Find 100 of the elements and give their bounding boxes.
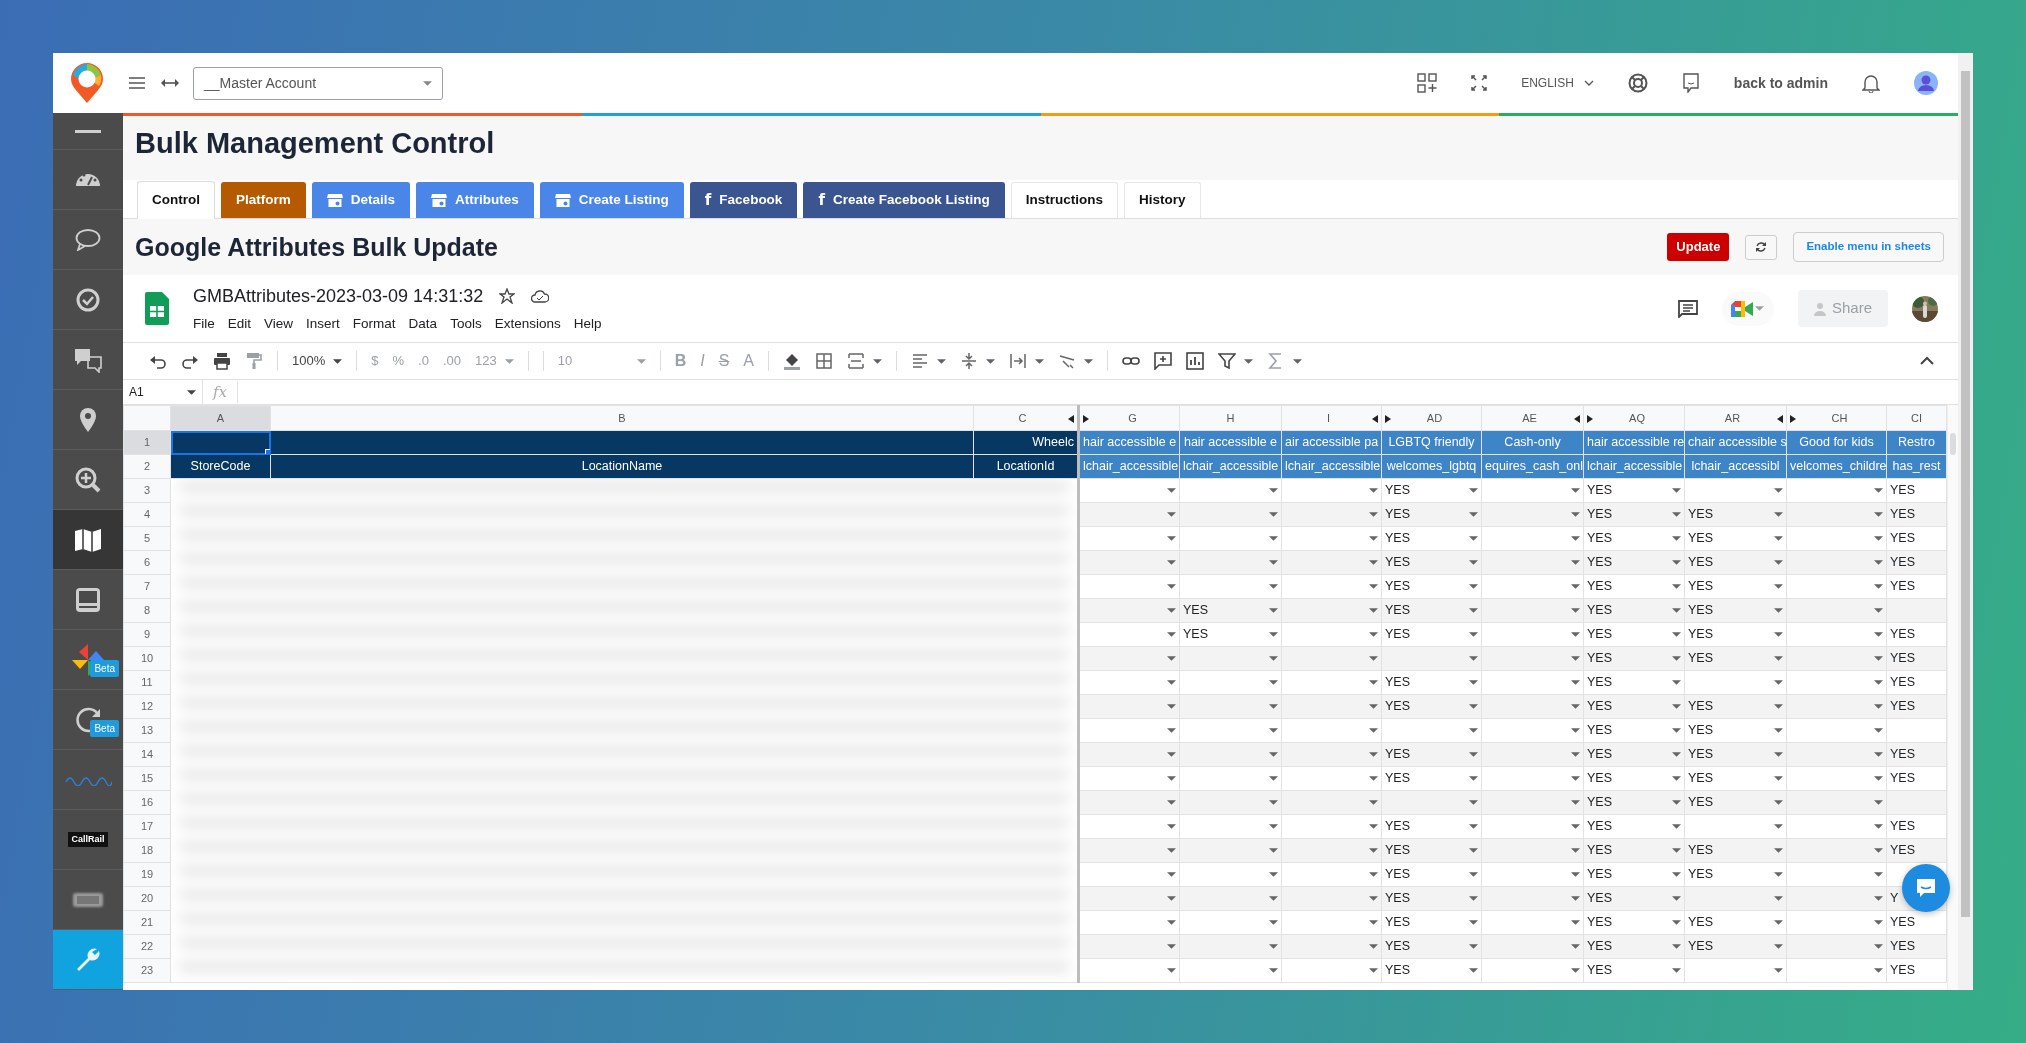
dropdown-cell[interactable]: YES bbox=[1684, 838, 1787, 863]
dropdown-cell[interactable] bbox=[1684, 958, 1787, 983]
dropdown-cell[interactable] bbox=[1281, 502, 1382, 527]
dropdown-cell[interactable]: YES bbox=[1583, 886, 1685, 911]
dropdown-cell[interactable]: YES bbox=[1179, 622, 1282, 647]
dropdown-cell[interactable]: YES bbox=[1583, 814, 1685, 839]
dropdown-cell[interactable]: YES bbox=[1684, 910, 1787, 935]
dropdown-cell[interactable] bbox=[1078, 718, 1180, 743]
star-icon[interactable] bbox=[499, 288, 516, 305]
column-header[interactable]: B bbox=[270, 405, 974, 431]
dropdown-cell[interactable] bbox=[1481, 502, 1584, 527]
dropdown-cell[interactable] bbox=[1481, 838, 1584, 863]
dropdown-cell[interactable] bbox=[1078, 622, 1180, 647]
dropdown-cell[interactable] bbox=[1078, 814, 1180, 839]
dropdown-cell[interactable] bbox=[1481, 646, 1584, 671]
dropdown-cell[interactable]: YES bbox=[1381, 934, 1482, 959]
row-header[interactable]: 6 bbox=[123, 550, 171, 575]
dropdown-cell[interactable] bbox=[1281, 478, 1382, 503]
dropdown-cell[interactable]: YES bbox=[1583, 598, 1685, 623]
column-header[interactable]: AR bbox=[1684, 405, 1787, 431]
tab[interactable]: Control bbox=[137, 181, 215, 219]
dropdown-cell[interactable]: YES bbox=[1381, 742, 1482, 767]
dropdown-cell[interactable]: YES bbox=[1684, 574, 1787, 599]
dropdown-cell[interactable]: YES bbox=[1381, 814, 1482, 839]
dropdown-cell[interactable] bbox=[1078, 934, 1180, 959]
dropdown-cell[interactable]: YES bbox=[1583, 646, 1685, 671]
dropdown-cell[interactable]: YES bbox=[1381, 550, 1482, 575]
back-to-admin-link[interactable]: back to admin bbox=[1733, 72, 1828, 94]
column-header[interactable]: CH bbox=[1786, 405, 1887, 431]
rotate-icon[interactable] bbox=[1058, 352, 1077, 370]
dropdown-cell[interactable] bbox=[1179, 502, 1282, 527]
paint-format-icon[interactable] bbox=[245, 352, 263, 370]
dropdown-cell[interactable] bbox=[1481, 622, 1584, 647]
dropdown-cell[interactable] bbox=[1179, 910, 1282, 935]
dropdown-cell[interactable]: YES bbox=[1583, 550, 1685, 575]
enable-menu-button[interactable]: Enable menu in sheets bbox=[1793, 232, 1944, 262]
dropdown-cell[interactable] bbox=[1684, 814, 1787, 839]
menu-item[interactable]: View bbox=[264, 313, 294, 335]
dropdown-cell[interactable] bbox=[1179, 814, 1282, 839]
dropdown-cell[interactable] bbox=[1281, 814, 1382, 839]
dropdown-cell[interactable] bbox=[1481, 814, 1584, 839]
dropdown-cell[interactable]: YES bbox=[1583, 742, 1685, 767]
dropdown-cell[interactable]: YES bbox=[1381, 622, 1482, 647]
row-header[interactable]: 4 bbox=[123, 502, 171, 527]
dropdown-cell[interactable] bbox=[1481, 766, 1584, 791]
dropdown-cell[interactable] bbox=[1786, 814, 1887, 839]
row-header[interactable]: 21 bbox=[123, 910, 171, 935]
dropdown-cell[interactable]: YES bbox=[1381, 478, 1482, 503]
dropdown-cell[interactable] bbox=[1786, 550, 1887, 575]
dropdown-cell[interactable]: YES bbox=[1583, 958, 1685, 983]
dropdown-cell[interactable]: YES bbox=[1381, 862, 1482, 887]
dropdown-cell[interactable] bbox=[1078, 862, 1180, 887]
language-dropdown[interactable]: ENGLISH bbox=[1521, 74, 1594, 92]
row-header[interactable]: 3 bbox=[123, 478, 171, 503]
merge-icon[interactable] bbox=[847, 352, 866, 370]
dropdown-cell[interactable] bbox=[1481, 790, 1584, 815]
dropdown-cell[interactable] bbox=[1281, 742, 1382, 767]
row-header[interactable]: 18 bbox=[123, 838, 171, 863]
dropdown-cell[interactable] bbox=[1281, 574, 1382, 599]
dropdown-cell[interactable] bbox=[1786, 478, 1887, 503]
tab[interactable]: f Facebook bbox=[689, 182, 798, 218]
dropdown-cell[interactable] bbox=[1381, 718, 1482, 743]
dropdown-cell[interactable]: YES bbox=[1684, 622, 1787, 647]
wrap-icon[interactable] bbox=[1009, 352, 1028, 370]
dropdown-cell[interactable] bbox=[1281, 526, 1382, 551]
dropdown-cell[interactable] bbox=[1786, 790, 1887, 815]
comment-icon[interactable] bbox=[1677, 299, 1698, 318]
tab[interactable]: Platform bbox=[221, 182, 306, 218]
dropdown-cell[interactable] bbox=[1786, 718, 1887, 743]
avatar[interactable] bbox=[1914, 71, 1938, 95]
dropdown-cell[interactable] bbox=[1381, 646, 1482, 671]
dropdown-cell[interactable] bbox=[1281, 862, 1382, 887]
name-box[interactable]: A1 bbox=[123, 380, 203, 404]
dropdown-cell[interactable] bbox=[1481, 550, 1584, 575]
help-icon[interactable] bbox=[1627, 73, 1648, 93]
row-header[interactable]: 14 bbox=[123, 742, 171, 767]
row-header[interactable]: 7 bbox=[123, 574, 171, 599]
dropdown-cell[interactable]: YES bbox=[1684, 646, 1787, 671]
dropdown-cell[interactable] bbox=[1786, 598, 1887, 623]
collapse-arrow-icon[interactable] bbox=[1574, 414, 1580, 423]
menu-item[interactable]: Extensions bbox=[494, 313, 561, 335]
tab[interactable]: Instructions bbox=[1010, 182, 1118, 218]
dropdown-cell[interactable] bbox=[1078, 910, 1180, 935]
dropdown-cell[interactable] bbox=[1078, 478, 1180, 503]
column-header[interactable]: AE bbox=[1481, 405, 1584, 431]
dropdown-cell[interactable] bbox=[1078, 670, 1180, 695]
dropdown-cell[interactable]: YES bbox=[1684, 718, 1787, 743]
row-header[interactable]: 15 bbox=[123, 766, 171, 791]
dropdown-cell[interactable] bbox=[1281, 670, 1382, 695]
chat-icon[interactable] bbox=[1681, 73, 1700, 93]
row-header[interactable]: 1 bbox=[123, 430, 171, 455]
insert-comment-icon[interactable] bbox=[1154, 352, 1173, 370]
dropdown-cell[interactable] bbox=[1281, 718, 1382, 743]
dropdown-cell[interactable] bbox=[1786, 694, 1887, 719]
dropdown-cell[interactable]: YES bbox=[1684, 550, 1787, 575]
dropdown-cell[interactable] bbox=[1281, 790, 1382, 815]
dropdown-cell[interactable]: YES bbox=[1583, 502, 1685, 527]
menu-item[interactable]: Help bbox=[573, 313, 602, 335]
collapse-arrow-icon[interactable] bbox=[1372, 414, 1378, 423]
dropdown-cell[interactable]: YES bbox=[1583, 790, 1685, 815]
